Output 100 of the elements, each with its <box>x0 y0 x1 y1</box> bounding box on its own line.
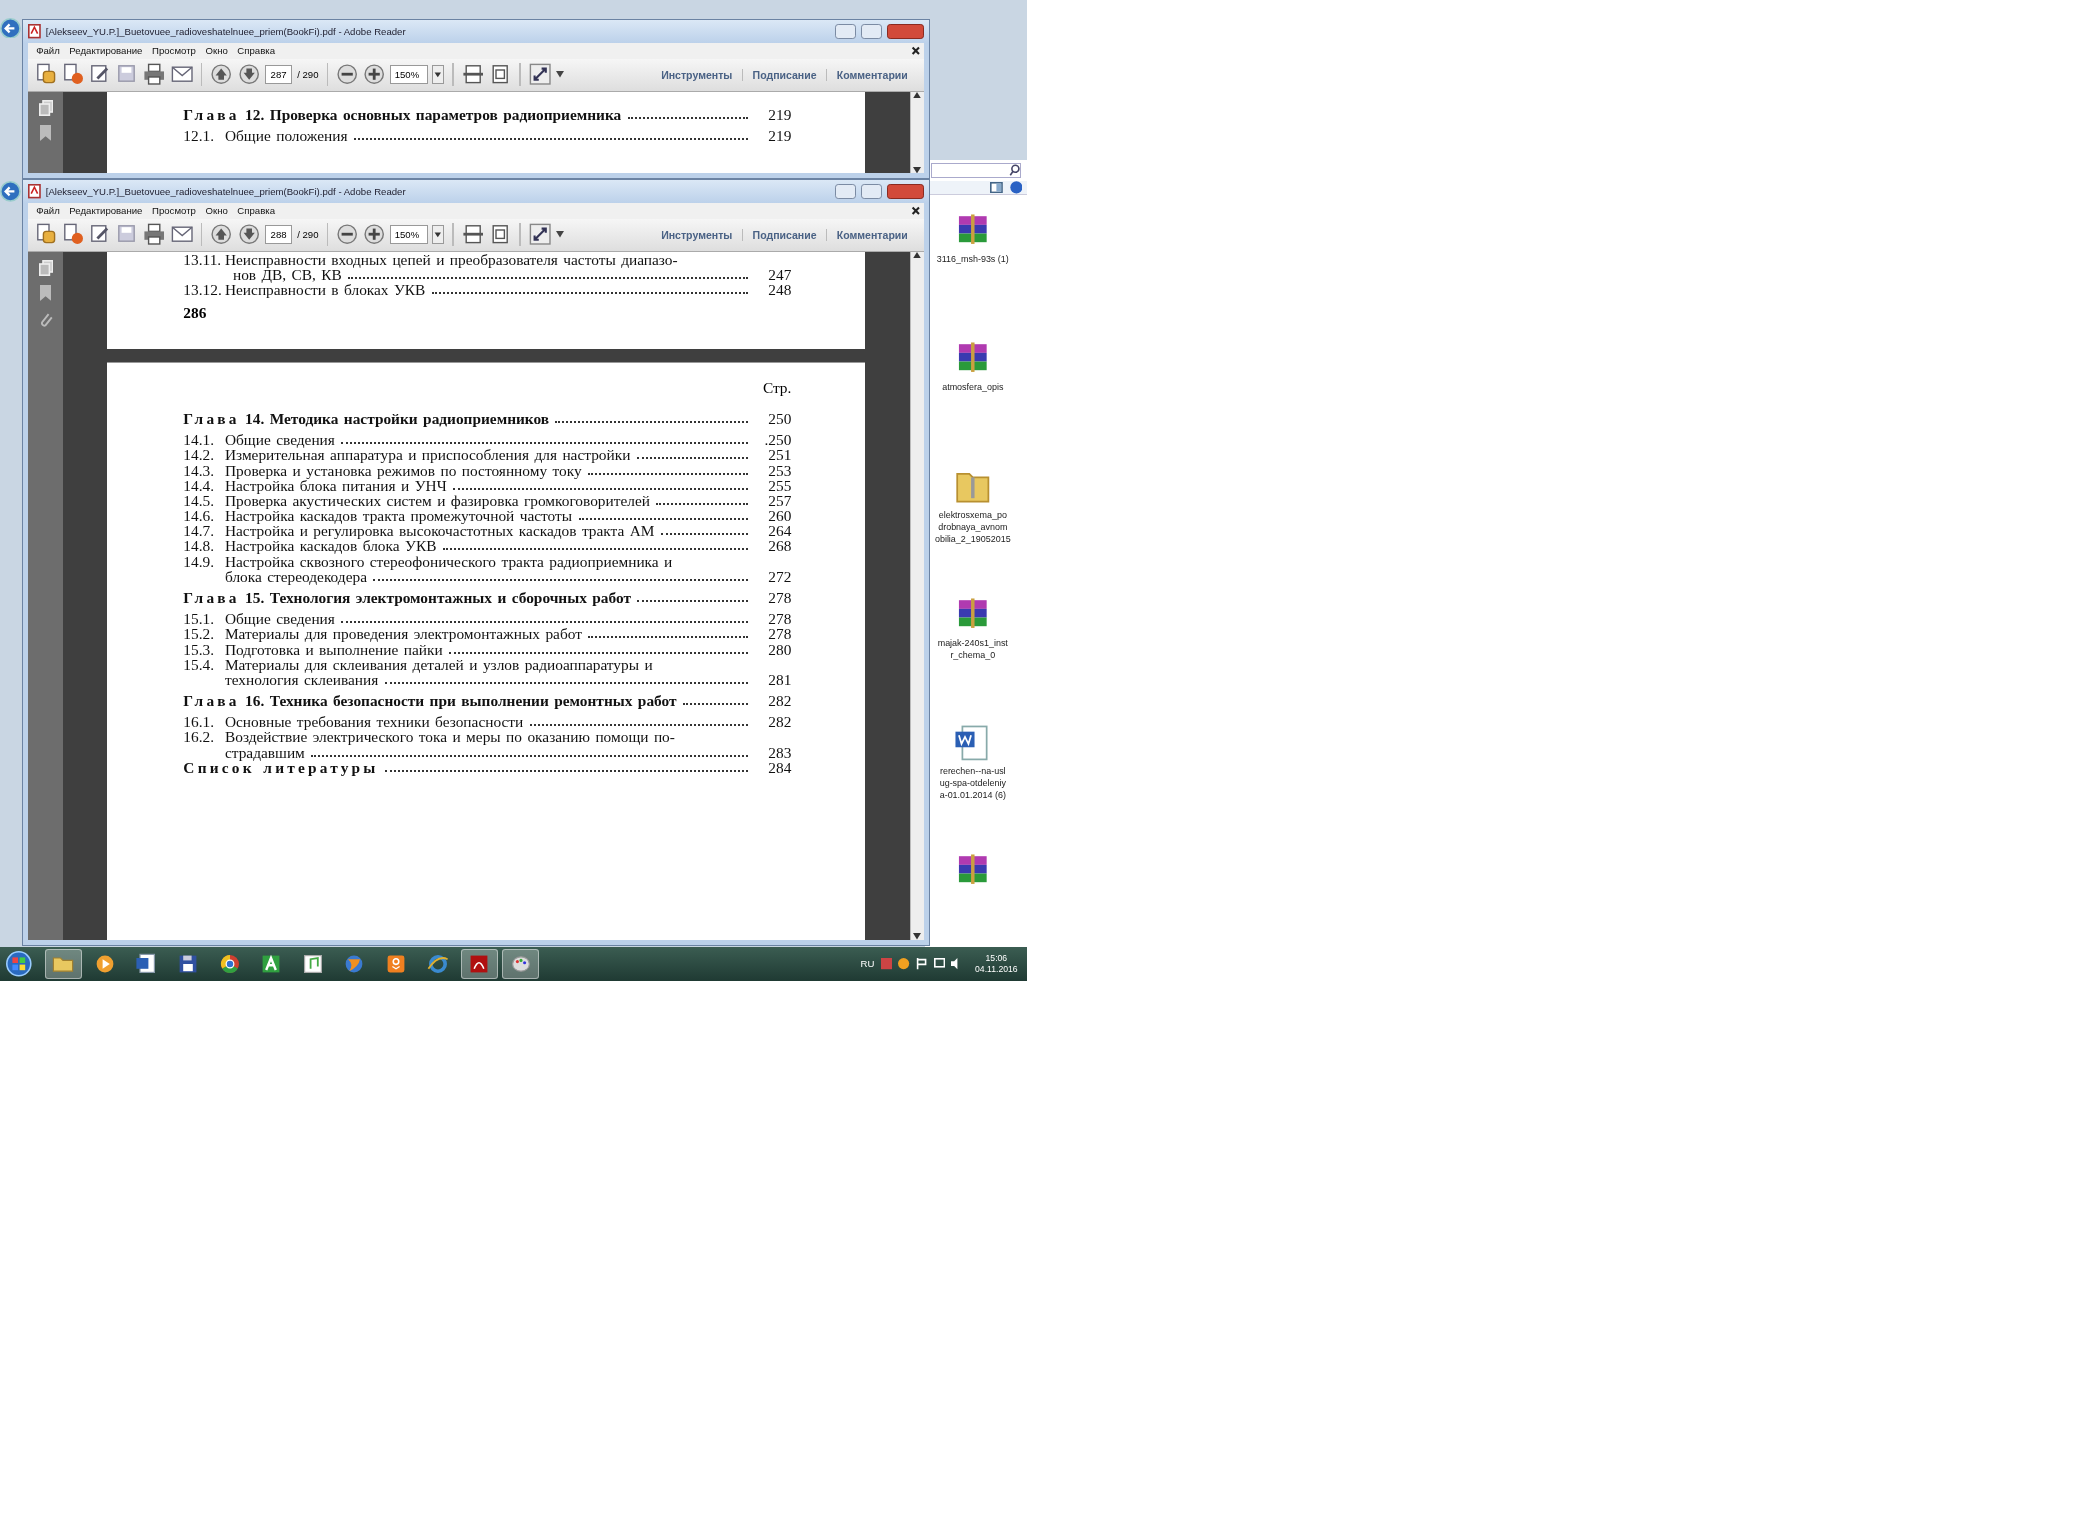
language-indicator[interactable]: RU <box>860 958 875 970</box>
section-title: Настройка каскадов тракта промежуточной частоты <box>224 508 573 524</box>
page-number: 251 <box>767 447 792 463</box>
close-icon[interactable] <box>911 205 921 216</box>
caret-icon[interactable] <box>555 71 564 78</box>
toolbar-link[interactable]: Подписание <box>741 228 827 241</box>
fit-width-icon[interactable] <box>461 223 484 246</box>
chapter-title: Глава 12. Проверка основных параметров радиоприемника <box>183 106 622 122</box>
close-icon[interactable] <box>911 45 921 56</box>
section-number: 14.2. <box>183 447 216 463</box>
window-title: [Alekseev_YU.P.]_Buetovuee_radioveshatelnuee_priem(BookFi).pdf - Adobe Reader <box>45 25 407 37</box>
minimize-button[interactable] <box>834 24 856 39</box>
taskbar-button[interactable] <box>44 948 82 980</box>
page-count: / 290 <box>297 229 319 241</box>
zoom-out-icon[interactable] <box>336 223 359 246</box>
section-number: 14.3. <box>183 462 216 478</box>
tray-icon[interactable] <box>898 958 910 970</box>
page-number: 281 <box>767 671 792 688</box>
scroll-down-arrow-icon[interactable] <box>913 167 922 174</box>
full-screen-icon[interactable] <box>528 223 552 246</box>
file-name[interactable]: rerechen--na-usl ug-spa-otdeleniy a-01.01.2014 (6) <box>939 764 1006 801</box>
zoom-field[interactable]: 150% <box>390 224 428 245</box>
fit-width-icon[interactable] <box>461 63 484 86</box>
bookmark-icon[interactable] <box>40 125 52 142</box>
printer-icon[interactable] <box>143 223 166 246</box>
menu-item[interactable]: Справка <box>232 205 280 217</box>
next-page-icon[interactable] <box>237 223 261 246</box>
page-number: 268 <box>767 538 792 554</box>
page-number: 283 <box>767 744 792 760</box>
menu-item[interactable]: Файл <box>31 45 65 57</box>
menu-item[interactable]: Справка <box>232 45 280 57</box>
section-title: Общие сведения <box>224 611 335 627</box>
clock[interactable]: 15:06 04.11.2016 <box>968 952 1024 976</box>
menu-item[interactable]: Редактирование <box>64 205 148 217</box>
pages-icon[interactable] <box>38 99 53 116</box>
menu-item[interactable]: Окно <box>200 205 233 217</box>
toolbar-link[interactable]: Комментарии <box>826 68 918 81</box>
page-number-field[interactable]: 288 <box>264 224 293 245</box>
previous-page-icon[interactable] <box>210 63 233 86</box>
close-button[interactable] <box>886 184 924 199</box>
section-number: 14.6. <box>183 508 216 524</box>
page-number-field[interactable]: 287 <box>264 64 293 85</box>
page-number: 280 <box>767 641 792 657</box>
scroll-up-arrow-icon[interactable] <box>913 251 922 258</box>
zoom-in-icon[interactable] <box>363 63 386 86</box>
pdf-icon <box>28 184 41 199</box>
close-button[interactable] <box>886 24 924 39</box>
preview-pane-icon[interactable] <box>990 181 1004 194</box>
toolbar-link[interactable]: Инструменты <box>651 68 742 81</box>
section-number: 14.7. <box>183 523 216 539</box>
section-title: Измерительная аппаратура и приспособления для настройки <box>224 447 631 463</box>
caret-icon[interactable] <box>555 231 564 238</box>
flag-icon[interactable] <box>915 958 928 970</box>
section-title: Подготовка и выполнение пайки <box>224 641 443 657</box>
page-number: 257 <box>767 492 792 509</box>
pages-icon[interactable] <box>38 259 53 276</box>
zoom-in-icon[interactable] <box>363 223 386 246</box>
menu-item[interactable]: Просмотр <box>147 205 201 217</box>
section-title: Настройка и регулировка высокочастотных каскадов тракта АМ <box>224 523 655 539</box>
page-number: 260 <box>767 508 792 524</box>
page-number: 219 <box>767 106 792 122</box>
menu-item[interactable]: Окно <box>200 45 233 57</box>
start-button[interactable] <box>6 951 32 977</box>
bookmark-icon[interactable] <box>40 285 52 302</box>
section-number: 14.4. <box>183 477 216 493</box>
chapter-title: Глава 15. Технология электромонтажных и сборочных работ <box>183 589 632 605</box>
section-number: 14.1. <box>183 432 216 448</box>
page-number: 255 <box>767 477 792 493</box>
taskbar-button[interactable] <box>502 948 540 980</box>
section-title: страдавшим <box>224 744 305 760</box>
page-number: 264 <box>767 523 792 539</box>
maximize-button[interactable] <box>860 184 882 199</box>
zoom-out-icon[interactable] <box>336 63 359 86</box>
previous-page-icon[interactable] <box>210 223 233 246</box>
file-name[interactable]: elektrosxema_po drobnaya_avnom obilia_2_19052015 <box>934 508 1011 545</box>
printer-icon[interactable] <box>143 63 166 86</box>
maximize-button[interactable] <box>860 24 882 39</box>
file-name[interactable]: 3116_msh-93s (1) <box>936 252 1009 265</box>
menu-item[interactable]: Просмотр <box>147 45 201 57</box>
minimize-button[interactable] <box>834 184 856 199</box>
section-number: 16.2. <box>183 729 216 745</box>
taskbar-button[interactable] <box>460 948 498 980</box>
section-number: 15.2. <box>183 626 216 642</box>
full-screen-icon[interactable] <box>528 63 552 86</box>
search-icon[interactable] <box>1008 164 1020 177</box>
file-name[interactable]: majak-240s1_inst r_chema_0 <box>937 636 1008 661</box>
zoom-field[interactable]: 150% <box>390 64 428 85</box>
menu-item[interactable]: Редактирование <box>64 45 148 57</box>
network-icon[interactable] <box>933 958 945 970</box>
scroll-down-arrow-icon[interactable] <box>913 933 922 940</box>
page-number: 286 <box>183 303 208 322</box>
toolbar-link[interactable]: Подписание <box>741 68 827 81</box>
file-name[interactable]: atmosfera_opis <box>942 380 1004 393</box>
scroll-up-arrow-icon[interactable] <box>913 91 922 98</box>
toolbar-link[interactable]: Инструменты <box>651 228 742 241</box>
section-title: Настройка сквозного стереофонического тракта радиоприемника и <box>224 553 673 569</box>
toolbar-link[interactable]: Комментарии <box>826 228 918 241</box>
menu-item[interactable]: Файл <box>31 205 65 217</box>
section-title: Настройка каскадов блока УКВ <box>224 538 437 554</box>
next-page-icon[interactable] <box>237 63 261 86</box>
